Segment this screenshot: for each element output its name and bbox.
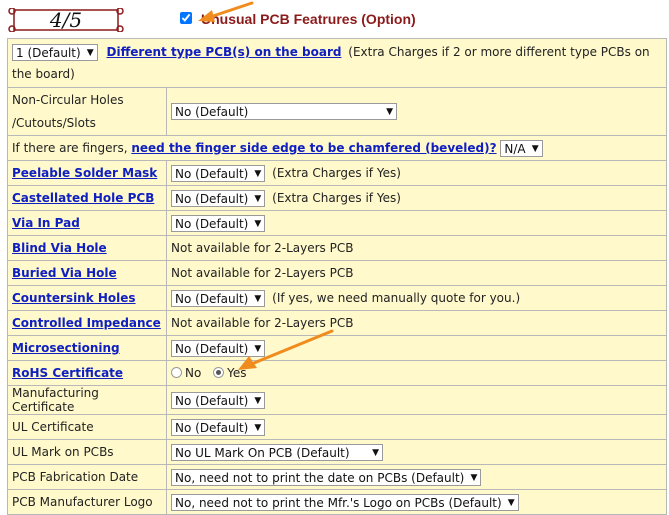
ul-mark-select[interactable]: No UL Mark On PCB (Default) ▼ bbox=[171, 443, 383, 461]
buried-via-status: Not available for 2-Layers PCB bbox=[166, 260, 667, 286]
row-castellated-hole: Castellated Hole PCB No (Default) ▼ (Extr… bbox=[7, 185, 667, 211]
microsectioning-link[interactable]: Microsectioning bbox=[12, 341, 120, 355]
manufacturing-certificate-select[interactable]: No (Default) ▼ bbox=[171, 391, 266, 409]
chevron-down-icon: ▼ bbox=[254, 218, 262, 229]
chevron-down-icon: ▼ bbox=[386, 107, 393, 117]
row-ul-mark: UL Mark on PCBs No UL Mark On PCB (Defau… bbox=[7, 439, 667, 465]
ul-certificate-label: UL Certificate bbox=[7, 414, 167, 440]
section-title: Unusual PCB Featrures (Option) bbox=[201, 11, 416, 27]
countersink-select[interactable]: No (Default) ▼ bbox=[171, 289, 266, 307]
row-blind-via: Blind Via Hole Not available for 2-Layer… bbox=[7, 235, 667, 261]
buried-via-link[interactable]: Buried Via Hole bbox=[12, 266, 117, 280]
fabrication-date-label: PCB Fabrication Date bbox=[7, 464, 167, 490]
row-peelable-mask: Peelable Solder Mask No (Default) ▼ (Extr… bbox=[7, 160, 667, 186]
blind-via-status: Not available for 2-Layers PCB bbox=[166, 235, 667, 261]
controlled-impedance-status: Not available for 2-Layers PCB bbox=[166, 310, 667, 336]
unusual-features-table: 1 (Default) ▼ Different type PCB(s) on th… bbox=[7, 38, 667, 515]
row-microsectioning: Microsectioning No (Default) ▼ bbox=[7, 335, 667, 361]
chevron-down-icon: ▼ bbox=[531, 143, 539, 154]
rohs-no-radio[interactable] bbox=[171, 367, 182, 378]
different-types-link[interactable]: Different type PCB(s) on the board bbox=[107, 45, 342, 59]
countersink-link[interactable]: Countersink Holes bbox=[12, 291, 136, 305]
chevron-down-icon: ▼ bbox=[254, 422, 262, 433]
peelable-mask-select[interactable]: No (Default) ▼ bbox=[171, 164, 266, 182]
peelable-mask-note: (Extra Charges if Yes) bbox=[272, 165, 401, 180]
chevron-down-icon: ▼ bbox=[254, 168, 262, 179]
chevron-down-icon: ▼ bbox=[254, 193, 262, 204]
ul-certificate-select[interactable]: No (Default) ▼ bbox=[171, 418, 266, 436]
row-rohs-certificate: RoHS Certificate No Yes bbox=[7, 360, 667, 386]
noncircular-select[interactable]: No (Default) ▼ bbox=[171, 103, 397, 120]
row-finger-chamfer: If there are fingers, need the finger si… bbox=[7, 135, 667, 161]
castellated-hole-link[interactable]: Castellated Hole PCB bbox=[12, 191, 154, 205]
manufacturing-certificate-label: Manufacturing Certificate bbox=[7, 385, 167, 415]
row-manufacturing-certificate: Manufacturing Certificate No (Default) ▼ bbox=[7, 385, 667, 415]
step-badge: 4/5 bbox=[8, 8, 124, 32]
row-countersink: Countersink Holes No (Default) ▼ (If yes,… bbox=[7, 285, 667, 311]
rohs-yes-radio[interactable] bbox=[213, 367, 225, 378]
rohs-certificate-link[interactable]: RoHS Certificate bbox=[12, 366, 123, 380]
row-noncircular-holes: Non-Circular Holes /Cutouts/Slots No (De… bbox=[7, 87, 667, 136]
chevron-down-icon: ▼ bbox=[507, 497, 515, 508]
row-different-types: 1 (Default) ▼ Different type PCB(s) on th… bbox=[7, 38, 667, 88]
rohs-no-label: No bbox=[185, 366, 202, 380]
finger-chamfer-prefix: If there are fingers, bbox=[12, 140, 128, 155]
chevron-down-icon: ▼ bbox=[86, 48, 94, 58]
chevron-down-icon: ▼ bbox=[254, 343, 262, 354]
finger-chamfer-link[interactable]: need the finger side edge to be chamfere… bbox=[131, 141, 496, 155]
finger-chamfer-select[interactable]: N/A ▼ bbox=[500, 139, 543, 157]
microsectioning-select[interactable]: No (Default) ▼ bbox=[171, 339, 266, 357]
row-ul-certificate: UL Certificate No (Default) ▼ bbox=[7, 414, 667, 440]
fabrication-date-select[interactable]: No, need not to print the date on PCBs (… bbox=[171, 468, 482, 486]
castellated-hole-select[interactable]: No (Default) ▼ bbox=[171, 189, 266, 207]
ul-mark-label: UL Mark on PCBs bbox=[7, 439, 167, 465]
controlled-impedance-link[interactable]: Controlled Impedance bbox=[12, 316, 161, 330]
chevron-down-icon: ▼ bbox=[254, 395, 262, 406]
blind-via-link[interactable]: Blind Via Hole bbox=[12, 241, 107, 255]
rohs-yes-label: Yes bbox=[227, 366, 247, 380]
manufacturer-logo-select[interactable]: No, need not to print the Mfr.'s Logo on… bbox=[171, 493, 519, 511]
row-buried-via: Buried Via Hole Not available for 2-Laye… bbox=[7, 260, 667, 286]
row-controlled-impedance: Controlled Impedance Not available for 2… bbox=[7, 310, 667, 336]
section-header: 4/5 Unusual PCB Featrures (Option) bbox=[0, 0, 669, 38]
section-enable-checkbox[interactable] bbox=[180, 12, 192, 24]
peelable-mask-link[interactable]: Peelable Solder Mask bbox=[12, 166, 157, 180]
via-in-pad-link[interactable]: Via In Pad bbox=[12, 216, 80, 230]
chevron-down-icon: ▼ bbox=[372, 447, 379, 458]
step-indicator: 4/5 bbox=[49, 8, 83, 32]
chevron-down-icon: ▼ bbox=[254, 293, 262, 304]
via-in-pad-select[interactable]: No (Default) ▼ bbox=[171, 214, 266, 232]
different-types-select[interactable]: 1 (Default) ▼ bbox=[12, 44, 98, 61]
castellated-hole-note: (Extra Charges if Yes) bbox=[272, 190, 401, 205]
chevron-down-icon: ▼ bbox=[470, 472, 478, 483]
noncircular-label: Non-Circular Holes /Cutouts/Slots bbox=[7, 87, 167, 136]
row-via-in-pad: Via In Pad No (Default) ▼ bbox=[7, 210, 667, 236]
row-fabrication-date: PCB Fabrication Date No, need not to pri… bbox=[7, 464, 667, 490]
countersink-note: (If yes, we need manually quote for you.… bbox=[272, 290, 521, 305]
